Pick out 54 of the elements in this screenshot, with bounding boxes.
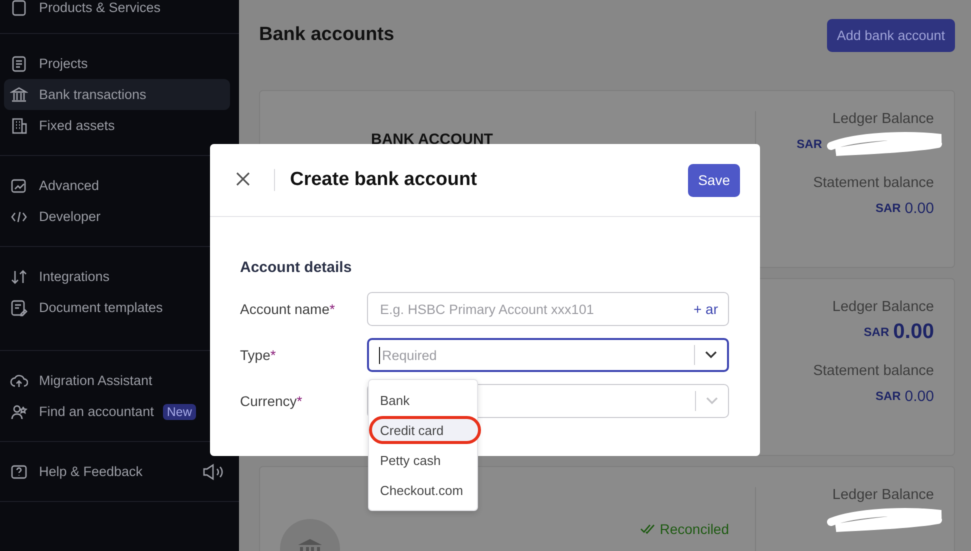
balance-label: Statement balance xyxy=(813,175,934,191)
dropdown-option[interactable]: Petty cash xyxy=(369,446,477,474)
arrows-icon xyxy=(10,268,28,286)
reconciled-status: Reconciled xyxy=(640,521,729,537)
currency-label: SAR xyxy=(875,389,901,403)
close-icon[interactable] xyxy=(236,172,252,188)
sidebar-item[interactable]: Help & Feedback xyxy=(4,456,230,487)
dropdown-option[interactable]: Checkout.com xyxy=(369,476,477,504)
sidebar-item[interactable]: Find an accountant New xyxy=(4,396,230,427)
doc-icon xyxy=(10,298,28,316)
chevron-down-icon xyxy=(706,397,718,405)
sidebar-item[interactable]: Migration Assistant xyxy=(4,365,230,396)
person-icon xyxy=(10,402,28,420)
save-button[interactable]: Save xyxy=(688,164,740,196)
currency-label: SAR xyxy=(796,137,822,151)
input-field[interactable]: E.g. HSBC Primary Account xxx101 + ar xyxy=(367,292,729,326)
statement-amount: 0.00 xyxy=(904,388,934,404)
field-label: Type* xyxy=(240,347,277,363)
sidebar-item[interactable]: Products & Services xyxy=(4,0,230,23)
speaker-icon[interactable] xyxy=(202,462,224,480)
sidebar-item[interactable]: Developer xyxy=(4,201,230,232)
currency-label: SAR xyxy=(864,325,890,339)
sidebar-item[interactable]: Document templates xyxy=(4,292,230,323)
ledger-amount: 0.00 xyxy=(893,320,934,344)
chart-icon xyxy=(10,176,28,194)
sidebar-item[interactable]: Advanced xyxy=(4,170,230,201)
statement-amount: 0.00 xyxy=(904,200,934,216)
box-icon xyxy=(10,0,28,16)
bank-icon xyxy=(10,86,28,104)
double-check-icon xyxy=(640,524,656,534)
sidebar-item[interactable]: Fixed assets xyxy=(4,110,230,141)
list-icon xyxy=(10,54,28,72)
help-icon xyxy=(10,462,28,480)
balance-label: Ledger Balance xyxy=(832,111,934,127)
page-title: Bank accounts xyxy=(259,24,394,46)
dropdown-option[interactable]: Credit card xyxy=(369,416,481,444)
dialog-title: Create bank account xyxy=(290,169,478,191)
building-icon xyxy=(10,116,28,134)
translate-link[interactable]: + ar xyxy=(693,301,718,317)
section-heading: Account details xyxy=(240,259,353,276)
balance-label: Ledger Balance xyxy=(832,299,934,315)
dropdown-option[interactable]: Bank xyxy=(369,386,477,414)
new-badge: New xyxy=(162,404,196,420)
add-bank-account-button[interactable]: Add bank account xyxy=(826,18,955,52)
chevron-down-icon xyxy=(705,351,717,359)
sidebar-item[interactable]: Bank transactions xyxy=(4,79,230,110)
field-label: Account name* xyxy=(240,301,336,317)
sidebar-item[interactable]: Integrations xyxy=(4,261,230,292)
balance-label: Ledger Balance xyxy=(832,487,934,503)
field-label: Currency* xyxy=(240,393,304,409)
sidebar-item[interactable]: Projects xyxy=(4,48,230,79)
currency-label: SAR xyxy=(875,201,901,215)
account-name: BANK ACCOUNT xyxy=(371,131,493,148)
balance-label: Statement balance xyxy=(813,363,934,379)
